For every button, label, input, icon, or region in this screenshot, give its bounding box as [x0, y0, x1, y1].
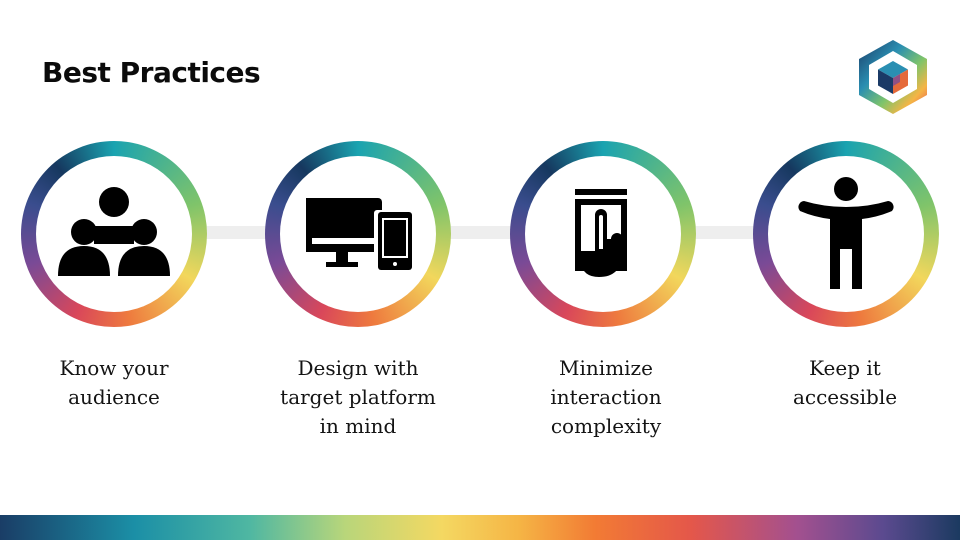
step-circle-interaction	[510, 141, 696, 327]
audience-group-icon	[58, 187, 170, 276]
step-circle-accessible	[753, 141, 939, 327]
bottom-gradient-bar	[0, 515, 960, 540]
slide: Best Practices Know your audience Design…	[0, 0, 960, 540]
step-label-interaction: Minimize interaction complexity	[550, 356, 662, 438]
connector-line	[120, 226, 840, 239]
logo-hexagon-icon	[859, 40, 927, 114]
step-label-platform: Design with target platform in mind	[280, 356, 436, 438]
page-title: Best Practices	[42, 56, 261, 89]
devices-icon	[306, 198, 414, 272]
step-label-accessible: Keep it accessible	[792, 356, 898, 409]
touch-tap-icon	[575, 189, 627, 277]
step-label-audience: Know your audience	[59, 356, 169, 409]
step-circle-audience	[21, 141, 207, 327]
step-circle-platform	[265, 141, 451, 327]
accessibility-person-icon	[798, 177, 894, 289]
